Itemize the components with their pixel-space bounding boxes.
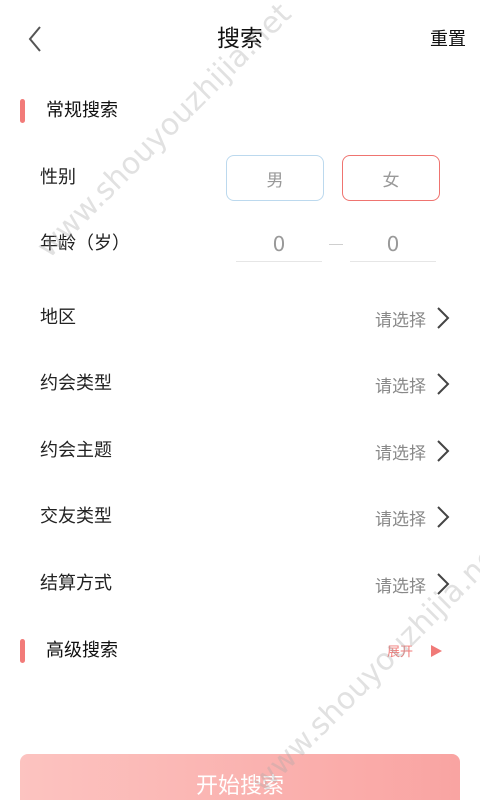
expand-button[interactable]: 展开: [387, 641, 442, 660]
basic-search-section: 常规搜索: [0, 94, 480, 128]
age-range-dash: [329, 244, 343, 245]
region-label: 地区: [40, 307, 76, 328]
basic-search-title: 常规搜索: [46, 100, 118, 121]
start-search-button[interactable]: 开始搜索: [20, 754, 460, 800]
gender-label: 性别: [40, 167, 76, 188]
chevron-right-icon: [437, 373, 450, 395]
settlement-row[interactable]: 结算方式 请选择: [0, 564, 480, 604]
reset-button[interactable]: 重置: [430, 27, 466, 53]
header: 搜索 重置: [0, 0, 480, 80]
date-theme-select[interactable]: 请选择: [375, 431, 450, 471]
date-type-row[interactable]: 约会类型 请选择: [0, 364, 480, 404]
settlement-value: 请选择: [375, 576, 426, 597]
expand-label: 展开: [386, 645, 413, 660]
page-title: 搜索: [217, 26, 263, 52]
chevron-right-icon: [437, 573, 450, 595]
settlement-label: 结算方式: [40, 573, 112, 594]
age-label: 年龄（岁）: [40, 233, 130, 254]
region-select[interactable]: 请选择: [375, 298, 450, 338]
date-theme-value: 请选择: [375, 443, 426, 464]
search-page: 搜索 重置 常规搜索 性别 男 女 年龄（岁） 地区 请选择 约会类型 请选择: [0, 0, 480, 800]
friend-type-value: 请选择: [375, 509, 426, 530]
chevron-right-icon: [437, 307, 450, 329]
region-row[interactable]: 地区 请选择: [0, 298, 480, 338]
age-max-input[interactable]: [350, 226, 436, 262]
date-theme-row[interactable]: 约会主题 请选择: [0, 431, 480, 471]
region-value: 请选择: [375, 310, 426, 331]
chevron-right-icon: [437, 506, 450, 528]
date-theme-label: 约会主题: [40, 440, 112, 461]
date-type-label: 约会类型: [40, 373, 112, 394]
friend-type-label: 交友类型: [40, 506, 112, 527]
gender-female-button[interactable]: 女: [342, 155, 440, 201]
chevron-right-icon: [437, 440, 450, 462]
advanced-search-title: 高级搜索: [46, 640, 118, 661]
section-accent-bar: [20, 639, 25, 663]
date-type-value: 请选择: [375, 376, 426, 397]
friend-type-select[interactable]: 请选择: [375, 497, 450, 537]
age-min-input[interactable]: [236, 226, 322, 262]
settlement-select[interactable]: 请选择: [375, 564, 450, 604]
triangle-right-icon: [431, 644, 442, 657]
section-accent-bar: [20, 99, 25, 123]
friend-type-row[interactable]: 交友类型 请选择: [0, 497, 480, 537]
gender-male-button[interactable]: 男: [226, 155, 324, 201]
date-type-select[interactable]: 请选择: [375, 364, 450, 404]
